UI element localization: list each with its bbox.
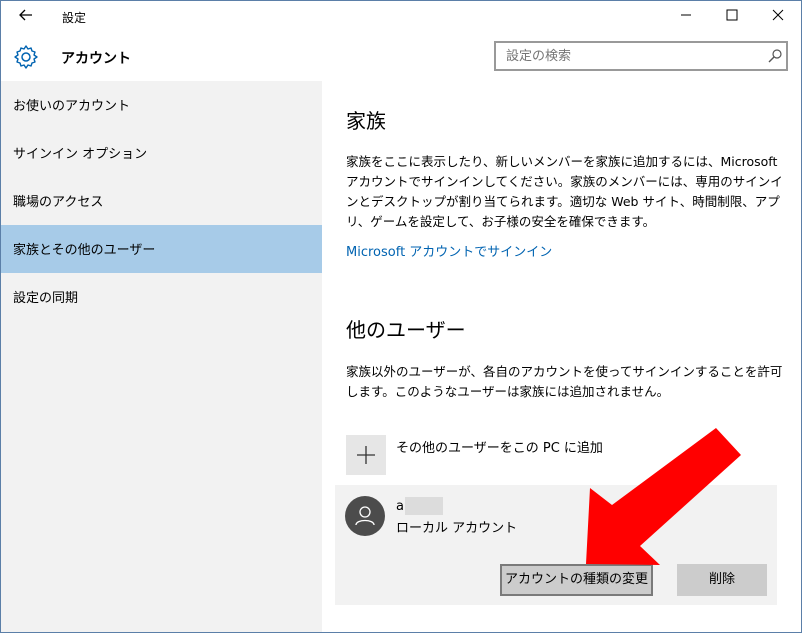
change-account-type-button[interactable]: アカウントの種類の変更 (500, 564, 653, 596)
add-user-button[interactable] (346, 435, 386, 475)
sidebar-item-sign-in-options[interactable]: サインイン オプション (1, 129, 322, 177)
user-account-type: ローカル アカウント (396, 521, 518, 536)
sidebar-item-work-access[interactable]: 職場のアクセス (1, 177, 322, 225)
gear-icon (13, 44, 39, 70)
family-description: 家族をここに表示したり、新しいメンバーを家族に追加するには、Microsoft … (346, 154, 783, 229)
sidebar-item-family-other-users[interactable]: 家族とその他のユーザー (1, 225, 322, 273)
main-content: 家族 家族をここに表示したり、新しいメンバーを家族に追加するには、Microso… (322, 81, 801, 632)
sidebar-item-your-account[interactable]: お使いのアカウント (1, 81, 322, 129)
window-title: 設定 (62, 11, 87, 25)
search-input[interactable] (494, 41, 788, 71)
other-users-heading: 他のユーザー (346, 318, 466, 342)
title-bar: 設定 (1, 1, 801, 33)
settings-window: 設定 アカウント お使いのアカウント サインイン オプション 職場のアクセス 家… (0, 0, 802, 633)
family-heading: 家族 (346, 109, 386, 133)
add-user-label[interactable]: その他のユーザーをこの PC に追加 (396, 437, 603, 456)
sidebar-item-sync-settings[interactable]: 設定の同期 (1, 273, 322, 321)
user-name: a (396, 499, 404, 514)
back-arrow-icon[interactable] (15, 7, 37, 27)
delete-user-button[interactable]: 削除 (677, 564, 767, 596)
avatar (345, 496, 385, 536)
page-title: アカウント (61, 51, 131, 67)
plus-icon (357, 446, 375, 464)
minimize-icon[interactable] (663, 1, 709, 33)
redacted-name-block (405, 497, 443, 515)
user-entry[interactable]: a ローカル アカウント アカウントの種類の変更 削除 (335, 485, 777, 605)
microsoft-signin-link[interactable]: Microsoft アカウントでサインイン (346, 241, 552, 260)
search-icon[interactable] (767, 48, 783, 64)
close-icon[interactable] (755, 1, 801, 33)
person-icon (355, 506, 375, 526)
maximize-icon[interactable] (709, 1, 755, 33)
page-header: アカウント (1, 33, 801, 81)
sidebar: お使いのアカウント サインイン オプション 職場のアクセス 家族とその他のユーザ… (1, 81, 322, 632)
other-users-description: 家族以外のユーザーが、各自のアカウントを使ってサインインすることを許可します。こ… (346, 364, 783, 399)
